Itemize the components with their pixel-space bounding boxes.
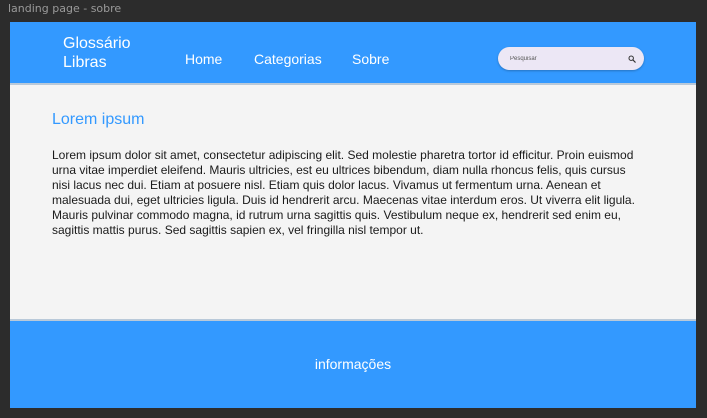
search-bar bbox=[498, 47, 644, 70]
frame-label: landing page - sobre bbox=[8, 2, 122, 15]
header: Glossário Libras Home Categorias Sobre bbox=[10, 22, 696, 85]
search-input[interactable] bbox=[510, 55, 610, 62]
page-body-text: Lorem ipsum dolor sit amet, consectetur … bbox=[52, 148, 635, 237]
nav-categorias[interactable]: Categorias bbox=[254, 51, 322, 67]
landing-page-frame: Glossário Libras Home Categorias Sobre L… bbox=[10, 22, 696, 408]
logo-line2: Libras bbox=[63, 54, 107, 71]
logo[interactable]: Glossário Libras bbox=[63, 34, 153, 72]
logo-line1: Glossário bbox=[63, 35, 131, 52]
footer: informações bbox=[10, 319, 696, 408]
nav-sobre[interactable]: Sobre bbox=[352, 51, 389, 67]
search-icon[interactable] bbox=[628, 55, 636, 63]
nav-home[interactable]: Home bbox=[185, 51, 222, 67]
footer-info-text[interactable]: informações bbox=[10, 356, 696, 372]
page-title: Lorem ipsum bbox=[52, 111, 145, 128]
